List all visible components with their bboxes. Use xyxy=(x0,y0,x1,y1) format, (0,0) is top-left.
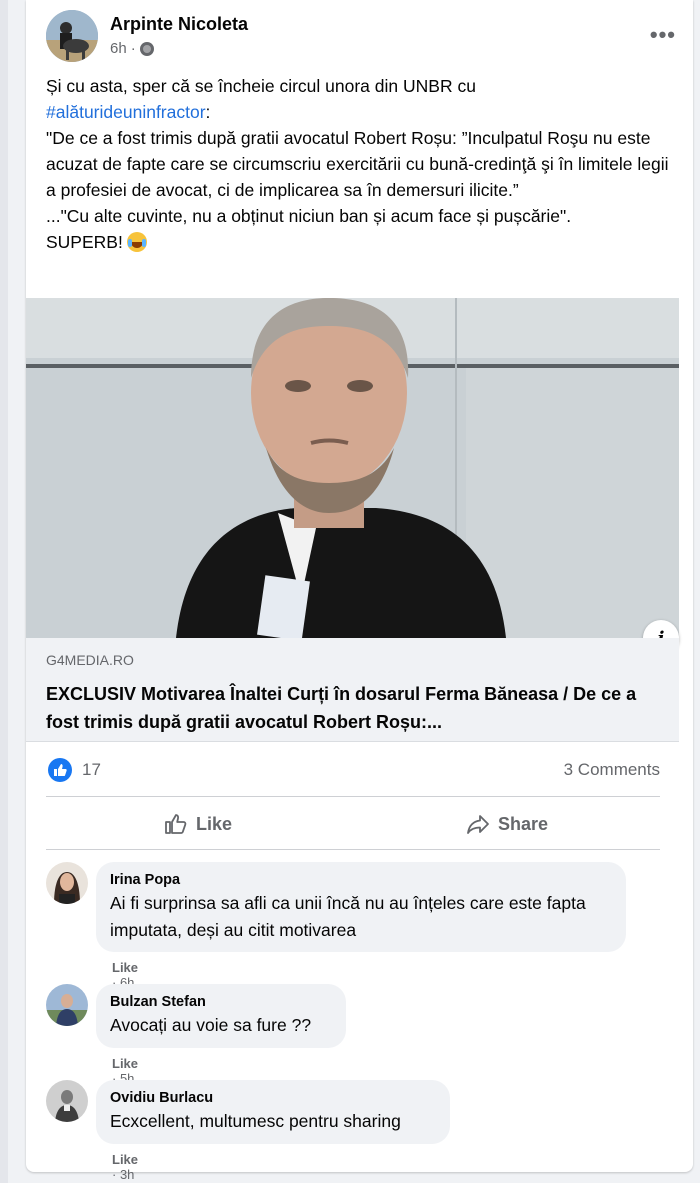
comment-bubble: Ovidiu Burlacu Ecxcellent, multumesc pen… xyxy=(96,1080,450,1144)
link-preview-image[interactable] xyxy=(26,298,679,638)
commenter-name[interactable]: Bulzan Stefan xyxy=(110,992,332,1012)
share-arrow-icon xyxy=(467,815,489,834)
comment-count[interactable]: 3 Comments xyxy=(564,760,660,780)
like-button[interactable]: Like xyxy=(164,805,232,843)
commenter-avatar[interactable] xyxy=(46,862,88,904)
like-count[interactable]: 17 xyxy=(82,760,101,780)
left-background-strip xyxy=(0,0,8,1183)
commenter-avatar[interactable] xyxy=(46,1080,88,1122)
reactions-bar: 17 3 Comments xyxy=(46,756,660,784)
comment-text: Avocați au voie sa fure ?? xyxy=(110,1015,312,1035)
action-bar: Like Share xyxy=(46,796,660,850)
comment-text: Ecxcellent, multumesc pentru sharing xyxy=(110,1111,401,1131)
post-text: Și cu asta, sper că se încheie circul un… xyxy=(46,73,671,255)
comment-bubble: Bulzan Stefan Avocați au voie sa fure ?? xyxy=(96,984,346,1048)
post-text-line3: ..."Cu alte cuvinte, nu a obținut niciun… xyxy=(46,206,572,226)
commenter-name[interactable]: Irina Popa xyxy=(110,870,612,890)
post-text-line4: SUPERB! xyxy=(46,232,123,252)
link-title[interactable]: EXCLUSIV Motivarea Înaltei Curți în dosa… xyxy=(46,680,666,736)
more-options-icon[interactable]: ••• xyxy=(650,22,676,48)
comment-like-link[interactable]: Like xyxy=(112,960,138,975)
comment-like-link[interactable]: Like xyxy=(112,1152,138,1167)
hashtag-link[interactable]: #alăturideuninfractor xyxy=(46,102,206,122)
comment-like-link[interactable]: Like xyxy=(112,1056,138,1071)
author-avatar[interactable] xyxy=(46,10,98,62)
link-domain: G4MEDIA.RO xyxy=(46,652,134,668)
commenter-name[interactable]: Ovidiu Burlacu xyxy=(110,1088,436,1108)
post-time[interactable]: 6h xyxy=(110,40,127,57)
post-text-quote: "De ce a fost trimis după gratii avocatu… xyxy=(46,128,669,200)
post-header: Arpinte Nicoleta 6h · ••• xyxy=(46,10,676,66)
thumbs-up-icon xyxy=(165,814,187,834)
author-name[interactable]: Arpinte Nicoleta xyxy=(110,14,248,35)
like-button-label: Like xyxy=(196,813,233,834)
share-button-label: Share xyxy=(498,813,549,834)
post-meta: 6h · xyxy=(110,40,154,57)
comment-time[interactable]: 3h xyxy=(120,1167,134,1182)
commenter-avatar[interactable] xyxy=(46,984,88,1026)
share-button[interactable]: Share xyxy=(466,805,548,843)
like-reaction-icon[interactable] xyxy=(48,758,72,782)
comment-text: Ai fi surprinsa sa afli ca unii încă nu … xyxy=(110,893,586,940)
post-text-line1: Și cu asta, sper că se încheie circul un… xyxy=(46,76,476,96)
comment-meta: Like · 3h xyxy=(112,1152,139,1182)
post-card: Arpinte Nicoleta 6h · ••• Și cu asta, sp… xyxy=(26,0,693,1182)
comment-bubble: Irina Popa Ai fi surprinsa sa afli ca un… xyxy=(96,862,626,952)
joy-emoji-icon xyxy=(126,232,147,252)
hashtag-suffix: : xyxy=(205,102,211,122)
link-preview[interactable]: G4MEDIA.RO EXCLUSIV Motivarea Înaltei Cu… xyxy=(26,638,679,742)
globe-icon[interactable] xyxy=(139,41,154,56)
